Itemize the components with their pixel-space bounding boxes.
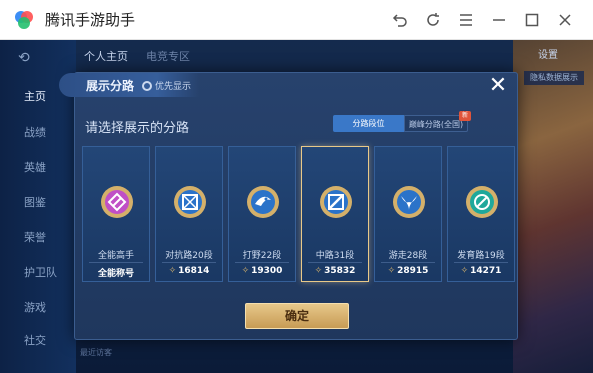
refresh-icon[interactable] xyxy=(416,0,449,40)
nav-item-heroes[interactable]: 英雄 xyxy=(0,152,76,182)
nav-item-record[interactable]: 战绩 xyxy=(0,117,76,147)
card-divider xyxy=(454,262,508,263)
lane-card-name: 全能高手 xyxy=(97,251,134,261)
segment-lane-rank[interactable]: 分路段位 xyxy=(333,115,404,132)
lane-card-score: 全能称号 xyxy=(83,266,149,279)
mid-lane-emblem-icon xyxy=(318,184,354,220)
new-badge: 新 xyxy=(459,111,471,121)
roam-emblem-icon xyxy=(391,184,427,220)
segment-peak-lane-label: 巅峰分路(全国) xyxy=(408,120,464,129)
nav-item-game[interactable]: 游戏 xyxy=(0,292,76,322)
card-divider xyxy=(89,262,143,263)
minimize-icon[interactable] xyxy=(482,0,515,40)
priority-display-option[interactable]: 优先显示 xyxy=(142,79,191,92)
score-text: 28915 xyxy=(397,266,429,276)
dialog-title: 展示分路 xyxy=(86,79,135,93)
lane-card-score: ✧ 35832 xyxy=(302,266,368,276)
lane-card-name: 游走28段 xyxy=(388,251,428,261)
score-text: 全能称号 xyxy=(97,269,134,279)
lane-card-score: ✧ 14271 xyxy=(448,266,514,276)
priority-label: 优先显示 xyxy=(155,82,192,92)
lane-card-name: 对抗路20段 xyxy=(165,251,213,261)
app-title: 腾讯手游助手 xyxy=(45,11,136,29)
lane-card-name: 中路31段 xyxy=(315,251,355,261)
menu-icon[interactable] xyxy=(449,0,482,40)
recent-visitors[interactable]: 最近访客 xyxy=(80,347,112,358)
chevron-icon: ✧ xyxy=(168,266,177,276)
lane-card-score: ✧ 28915 xyxy=(375,266,441,276)
lane-card-clash[interactable]: 对抗路20段 ✧ 16814 xyxy=(155,146,223,282)
tab-esports[interactable]: 电竞专区 xyxy=(146,48,190,64)
score-text: 19300 xyxy=(251,266,283,276)
lane-card-roam[interactable]: 游走28段 ✧ 28915 xyxy=(374,146,442,282)
score-text: 16814 xyxy=(178,266,210,276)
settings-button[interactable]: 设置 xyxy=(538,46,558,61)
clash-lane-emblem-icon xyxy=(172,184,208,220)
segment-peak-lane[interactable]: 巅峰分路(全国) 新 xyxy=(404,111,471,132)
lane-card-mid[interactable]: 中路31段 ✧ 35832 xyxy=(301,146,369,282)
lane-card-score: ✧ 16814 xyxy=(156,266,222,276)
lane-card-name: 打野22段 xyxy=(242,251,282,261)
title-bar: 腾讯手游助手 xyxy=(0,0,593,40)
card-divider xyxy=(162,262,216,263)
chevron-icon: ✧ xyxy=(387,266,396,276)
nav-item-social[interactable]: 社交 xyxy=(0,325,76,355)
score-text: 35832 xyxy=(324,266,356,276)
maximize-icon[interactable] xyxy=(515,0,548,40)
lane-display-dialog: 展示分路 优先显示 ✕ 请选择展示的分路 分路段位 巅峰分路(全国) 新 全能高… xyxy=(59,72,518,340)
nav-item-collection[interactable]: 图鉴 xyxy=(0,187,76,217)
back-icon[interactable]: ⟲ xyxy=(18,50,30,66)
lane-card-jungle[interactable]: 打野22段 ✧ 19300 xyxy=(228,146,296,282)
card-divider xyxy=(381,262,435,263)
segment-control: 分路段位 巅峰分路(全国) 新 xyxy=(333,111,471,132)
lane-card-allround[interactable]: 全能高手 全能称号 xyxy=(82,146,150,282)
dialog-subtitle: 请选择展示的分路 xyxy=(85,121,190,136)
chevron-icon: ✧ xyxy=(241,266,250,276)
farm-lane-emblem-icon xyxy=(464,184,500,220)
undo-icon[interactable] xyxy=(383,0,416,40)
score-text: 14271 xyxy=(470,266,502,276)
lane-card-farm[interactable]: 发育路19段 ✧ 14271 xyxy=(447,146,515,282)
close-icon[interactable] xyxy=(548,0,581,40)
nav-item-honor[interactable]: 荣誉 xyxy=(0,222,76,252)
nav-item-guard[interactable]: 护卫队 xyxy=(0,257,76,287)
chevron-icon: ✧ xyxy=(460,266,469,276)
card-divider xyxy=(308,262,362,263)
dialog-close-button[interactable]: ✕ xyxy=(487,75,509,97)
lane-cards: 全能高手 全能称号 对抗路20段 ✧ 16814 打野22段 ✧ 19300 中路3… xyxy=(82,146,515,282)
allround-emblem-icon xyxy=(99,184,135,220)
hero-artwork xyxy=(513,40,593,373)
gear-icon xyxy=(142,80,152,91)
confirm-button[interactable]: 确定 xyxy=(245,303,349,329)
lane-card-name: 发育路19段 xyxy=(457,251,505,261)
tab-profile[interactable]: 个人主页 xyxy=(84,48,128,64)
jungle-emblem-icon xyxy=(245,184,281,220)
chevron-icon: ✧ xyxy=(314,266,323,276)
app-logo-icon xyxy=(12,8,36,32)
privacy-tag[interactable]: 隐私数据展示 xyxy=(524,71,584,85)
card-divider xyxy=(235,262,289,263)
lane-card-score: ✧ 19300 xyxy=(229,266,295,276)
